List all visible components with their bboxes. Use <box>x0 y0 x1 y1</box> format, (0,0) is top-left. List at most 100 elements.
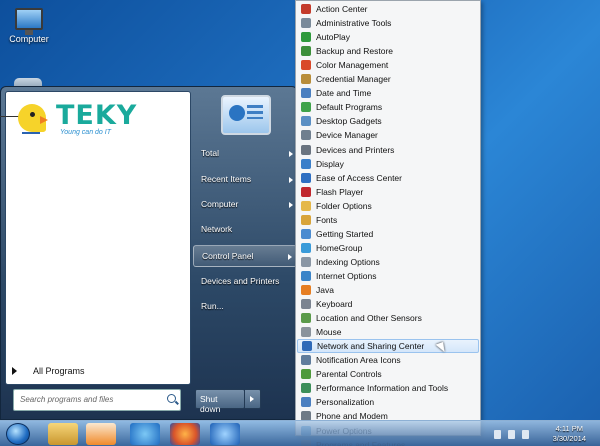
control-panel-item[interactable]: Action Center <box>297 2 479 16</box>
start-menu-item-recent-items[interactable]: Recent Items <box>193 169 297 191</box>
media-player-taskbar-icon[interactable] <box>86 423 116 445</box>
flag-icon <box>301 4 311 14</box>
ease-access-icon <box>301 172 311 183</box>
java-icon <box>301 285 311 295</box>
color-icon <box>301 60 311 71</box>
network-icon <box>302 341 312 352</box>
control-panel-item-label: Keyboard <box>316 299 353 310</box>
user-picture[interactable] <box>221 95 271 135</box>
control-panel-item-label: Getting Started <box>316 228 374 239</box>
tray-network-icon[interactable] <box>508 430 515 439</box>
control-panel-item-label: Java <box>316 285 334 295</box>
control-panel-item[interactable]: Parental Controls <box>297 367 479 381</box>
control-panel-item[interactable]: Location and Other Sensors <box>297 311 479 325</box>
control-panel-item-label: Network and Sharing Center <box>317 341 425 352</box>
control-panel-item[interactable]: Backup and Restore <box>297 44 479 58</box>
autoplay-icon <box>301 32 311 43</box>
control-panel-item-label: Personalization <box>316 397 375 408</box>
control-panel-item[interactable]: Performance Information and Tools <box>297 381 479 395</box>
control-panel-item[interactable]: Java <box>297 283 479 297</box>
control-panel-item[interactable]: Ease of Access Center <box>297 171 479 185</box>
start-search-input[interactable]: Search programs and files <box>13 389 181 411</box>
control-panel-item[interactable]: Flash Player <box>297 185 479 199</box>
shutdown-options-button[interactable] <box>245 389 261 409</box>
control-panel-item[interactable]: Administrative Tools <box>297 16 479 30</box>
shutdown-button[interactable]: Shut down <box>195 389 245 414</box>
chevron-right-icon <box>289 202 293 208</box>
control-panel-item-label: Device Manager <box>316 130 378 141</box>
app-taskbar-icon[interactable] <box>210 423 240 445</box>
control-panel-item[interactable]: Folder Options <box>297 199 479 213</box>
getting-started-icon <box>301 228 311 239</box>
control-panel-item[interactable]: Getting Started <box>297 227 479 241</box>
control-panel-item-label: Notification Area Icons <box>316 355 401 366</box>
start-menu-item-label: Devices and Printers <box>201 276 280 286</box>
control-panel-item-label: Location and Other Sensors <box>316 313 422 324</box>
control-panel-item-label: Display <box>316 158 344 169</box>
control-panel-submenu: Action Center Administrative Tools AutoPla… <box>295 0 481 446</box>
control-panel-item[interactable]: Network and Sharing Center <box>297 339 479 354</box>
homegroup-icon <box>301 242 311 253</box>
backup-icon <box>301 46 311 57</box>
control-panel-item-label: Date and Time <box>316 88 372 99</box>
performance-icon <box>301 383 311 394</box>
shutdown-label: Shut down <box>200 394 221 414</box>
tray-volume-icon[interactable] <box>522 430 529 439</box>
control-panel-item[interactable]: HomeGroup <box>297 241 479 255</box>
internet-explorer-taskbar-icon[interactable] <box>130 423 160 445</box>
control-panel-item[interactable]: Desktop Gadgets <box>297 114 479 128</box>
teky-bird-eye <box>30 112 35 117</box>
control-panel-item[interactable]: Personalization <box>297 395 479 409</box>
mouse-icon <box>301 327 311 338</box>
tray-flag-icon[interactable] <box>494 430 501 439</box>
control-panel-item[interactable]: Mouse <box>297 325 479 339</box>
control-panel-item[interactable]: Color Management <box>297 58 479 72</box>
firefox-taskbar-icon[interactable] <box>170 423 200 445</box>
explorer-taskbar-icon[interactable] <box>48 423 78 445</box>
search-icon[interactable] <box>167 394 176 403</box>
start-search-placeholder: Search programs and files <box>20 395 114 404</box>
taskbar-clock[interactable]: 4:11 PM 3/30/2014 <box>553 424 586 444</box>
teky-logo-line <box>0 116 20 117</box>
control-panel-item[interactable]: Date and Time <box>297 86 479 100</box>
control-panel-item[interactable]: Display <box>297 157 479 171</box>
flash-icon <box>301 186 311 197</box>
notification-icon <box>301 355 311 366</box>
computer-icon <box>15 8 43 35</box>
parental-icon <box>301 369 311 380</box>
control-panel-item-label: Administrative Tools <box>316 18 392 29</box>
control-panel-item[interactable]: Credential Manager <box>297 72 479 86</box>
teky-bird-feet <box>22 128 40 134</box>
fonts-icon <box>301 214 311 225</box>
control-panel-item[interactable]: Fonts <box>297 213 479 227</box>
control-panel-item-label: Folder Options <box>316 200 372 211</box>
start-button[interactable] <box>6 423 30 445</box>
control-panel-item[interactable]: Device Manager <box>297 128 479 142</box>
start-menu-item-run[interactable]: Run... <box>193 296 297 318</box>
start-menu-item-total[interactable]: Total <box>193 143 297 165</box>
control-panel-item-label: Action Center <box>316 4 368 14</box>
control-panel-item[interactable]: Default Programs <box>297 100 479 114</box>
control-panel-item[interactable]: Indexing Options <box>297 255 479 269</box>
control-panel-item-label: Parental Controls <box>316 369 382 380</box>
control-panel-item[interactable]: Devices and Printers <box>297 143 479 157</box>
vault-icon <box>301 74 311 85</box>
teky-bird-beak <box>40 116 48 124</box>
control-panel-item-label: Ease of Access Center <box>316 172 402 183</box>
start-menu-item-label: Total <box>201 148 219 158</box>
control-panel-item[interactable]: Notification Area Icons <box>297 353 479 367</box>
user-picture-circle-icon <box>229 105 245 121</box>
start-menu-item-computer[interactable]: Computer <box>193 194 297 216</box>
default-programs-icon <box>301 102 311 113</box>
start-menu-item-control-panel[interactable]: Control Panel <box>193 245 297 267</box>
start-menu-item-network[interactable]: Network <box>193 219 297 241</box>
control-panel-item[interactable]: Keyboard <box>297 297 479 311</box>
start-menu-item-label: Computer <box>201 199 239 209</box>
folder-icon <box>301 200 311 211</box>
desktop-computer-icon[interactable]: Computer <box>6 8 52 44</box>
control-panel-item[interactable]: Internet Options <box>297 269 479 283</box>
triangle-right-icon <box>12 367 17 375</box>
all-programs-button[interactable]: All Programs <box>12 366 85 376</box>
start-menu-item-devices-and-printers[interactable]: Devices and Printers <box>193 271 297 293</box>
control-panel-item[interactable]: AutoPlay <box>297 30 479 44</box>
